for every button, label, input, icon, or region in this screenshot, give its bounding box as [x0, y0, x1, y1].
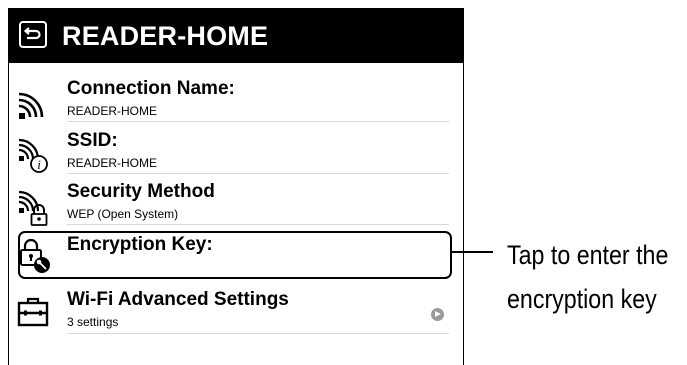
page-title: READER-HOME: [62, 21, 269, 51]
arrow-right-icon: [431, 308, 444, 321]
wifi-signal-icon: [18, 92, 44, 119]
wifi-info-icon: i: [18, 138, 48, 173]
encryption-key-label: Encryption Key:: [67, 234, 213, 255]
connection-name-label: Connection Name:: [67, 78, 235, 99]
wifi-advanced-settings-label: Wi-Fi Advanced Settings: [67, 289, 289, 310]
callout-line-2: encryption key: [507, 284, 657, 314]
divider: [67, 121, 449, 122]
back-arrow-icon: [24, 27, 41, 40]
svg-text:i: i: [37, 157, 41, 172]
reader-screen: READER-HOME Connection Name: READER-HOME…: [8, 8, 464, 365]
security-method-value: WEP (Open System): [67, 207, 179, 221]
divider: [67, 224, 449, 225]
toolbox-icon: [17, 297, 49, 327]
divider: [67, 173, 449, 174]
connection-name-value: READER-HOME: [67, 104, 158, 118]
divider: [67, 333, 449, 334]
key-lock-icon: [20, 238, 50, 273]
callout-text: Tap to enter the encryption key: [507, 233, 668, 321]
callout-line: [450, 251, 493, 253]
list-item-encryption-key[interactable]: Encryption Key:: [9, 234, 463, 278]
wifi-lock-icon: [18, 190, 48, 226]
wifi-advanced-settings-value: 3 settings: [67, 315, 119, 329]
ssid-label: SSID:: [67, 130, 118, 151]
callout-line-1: Tap to enter the: [507, 240, 669, 270]
header-bar: READER-HOME: [9, 8, 463, 63]
list-item-wifi-advanced-settings[interactable]: Wi-Fi Advanced Settings 3 settings: [9, 289, 463, 339]
back-button[interactable]: [19, 21, 47, 48]
ssid-value: READER-HOME: [67, 156, 158, 170]
security-method-label: Security Method: [67, 181, 215, 202]
